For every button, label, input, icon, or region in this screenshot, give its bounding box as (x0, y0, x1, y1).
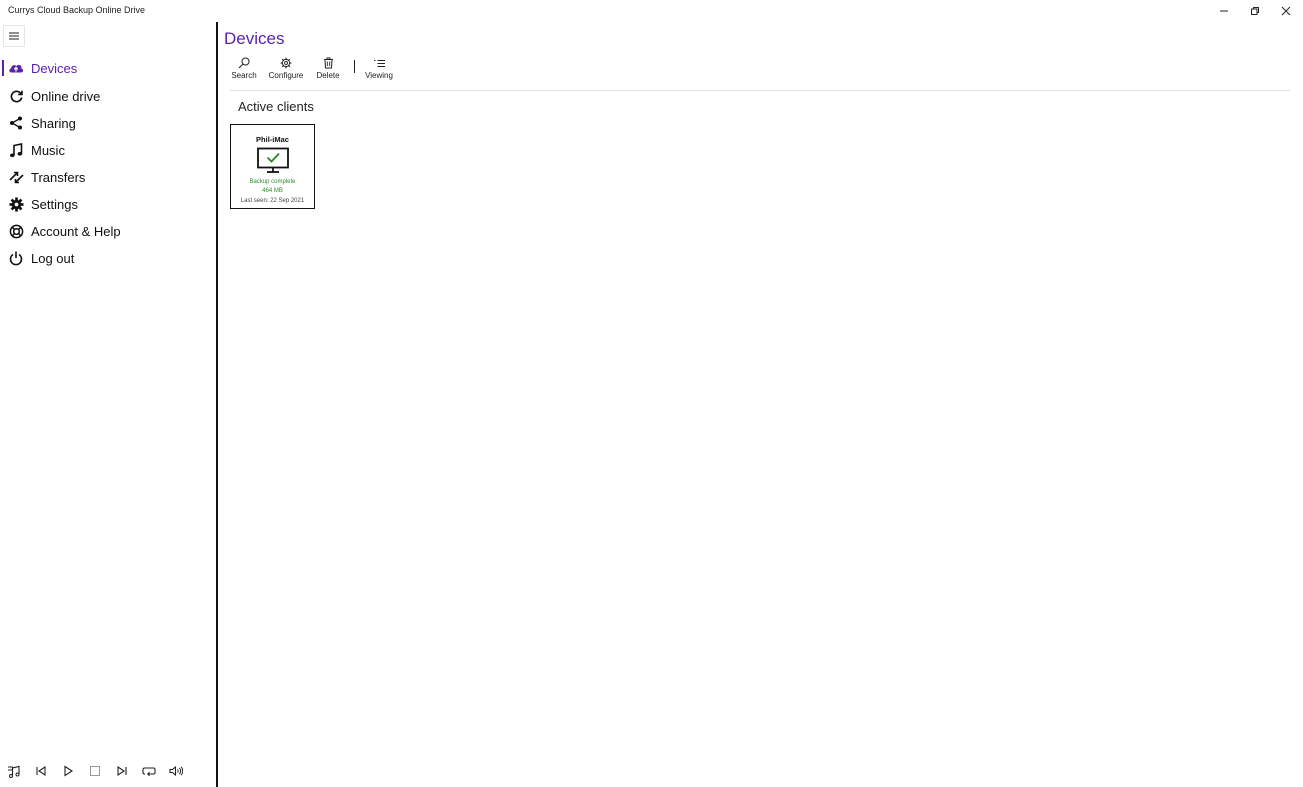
sidebar-item-settings[interactable]: Settings (0, 192, 216, 216)
viewing-button[interactable]: Viewing (359, 56, 399, 86)
menu-button[interactable] (3, 25, 25, 47)
volume-icon (169, 765, 183, 777)
gear-icon (280, 57, 292, 69)
music-list-icon (8, 765, 20, 778)
power-icon (8, 250, 24, 266)
search-label: Search (231, 71, 257, 80)
sidebar-item-sharing[interactable]: Sharing (0, 111, 216, 135)
volume-button[interactable] (168, 762, 184, 780)
minimize-button[interactable] (1216, 3, 1232, 19)
next-button[interactable] (114, 762, 130, 780)
sidebar-item-online-drive[interactable]: Online drive (0, 84, 216, 108)
sidebar-item-label: Sharing (31, 115, 76, 131)
main-content: Devices Search Configure Delete Viewing … (218, 22, 1303, 787)
next-icon (117, 765, 127, 777)
gear-icon (8, 196, 24, 212)
restore-icon (1251, 7, 1259, 15)
page-title: Devices (224, 29, 285, 48)
stop-icon (90, 766, 100, 776)
search-button[interactable]: Search (224, 56, 264, 86)
sidebar-item-label: Devices (31, 60, 78, 76)
repeat-button[interactable] (141, 762, 157, 780)
transfer-icon (8, 169, 24, 185)
delete-button[interactable]: Delete (308, 56, 348, 86)
sidebar (0, 22, 216, 787)
sync-icon (8, 88, 24, 104)
stop-button[interactable] (87, 762, 103, 780)
music-player-controls (0, 762, 216, 782)
section-title-active-clients: Active clients (238, 99, 314, 114)
monitor-check-icon (257, 147, 289, 173)
search-icon (238, 57, 250, 69)
app-title: Currys Cloud Backup Online Drive (8, 5, 146, 15)
previous-button[interactable] (33, 762, 49, 780)
sidebar-item-label: Account & Help (31, 223, 121, 239)
title-bar: Currys Cloud Backup Online Drive (0, 0, 1303, 22)
music-list-button[interactable] (6, 762, 22, 780)
repeat-icon (142, 767, 156, 777)
sidebar-item-transfers[interactable]: Transfers (0, 165, 216, 189)
sidebar-item-music[interactable]: Music (0, 138, 216, 162)
sidebar-item-account-help[interactable]: Account & Help (0, 219, 216, 243)
trash-icon (323, 57, 333, 69)
list-view-icon (373, 59, 385, 67)
device-card[interactable]: Phil-iMac Backup complete 464 MB Last se… (230, 124, 315, 209)
sidebar-item-label: Online drive (31, 88, 101, 104)
sidebar-item-devices[interactable]: Devices (0, 56, 216, 80)
play-button[interactable] (60, 762, 76, 780)
minimize-icon (1220, 10, 1228, 12)
sidebar-item-label: Music (31, 142, 65, 158)
configure-button[interactable]: Configure (266, 56, 306, 86)
toolbar-separator (354, 60, 355, 73)
play-icon (64, 765, 74, 777)
music-note-icon (8, 142, 24, 158)
sidebar-item-label: Settings (31, 196, 78, 212)
toolbar-divider (230, 90, 1290, 91)
viewing-label: Viewing (365, 71, 393, 80)
close-button[interactable] (1278, 3, 1294, 19)
sidebar-item-label: Log out (31, 250, 75, 266)
share-icon (8, 115, 24, 131)
device-name: Phil-iMac (256, 135, 289, 144)
sidebar-item-label: Transfers (31, 169, 86, 185)
device-last-seen: Last seen: 22 Sep 2021 (240, 198, 305, 204)
restore-button[interactable] (1247, 3, 1263, 19)
delete-label: Delete (316, 71, 340, 80)
close-icon (1281, 6, 1291, 16)
sidebar-item-log-out[interactable]: Log out (0, 246, 216, 270)
device-status: Backup complete (249, 179, 296, 185)
hamburger-icon (9, 32, 19, 40)
device-size: 464 MB (262, 188, 283, 194)
previous-icon (36, 765, 46, 777)
configure-label: Configure (268, 71, 304, 80)
lifebuoy-icon (8, 223, 24, 239)
cloud-upload-icon (8, 60, 24, 76)
